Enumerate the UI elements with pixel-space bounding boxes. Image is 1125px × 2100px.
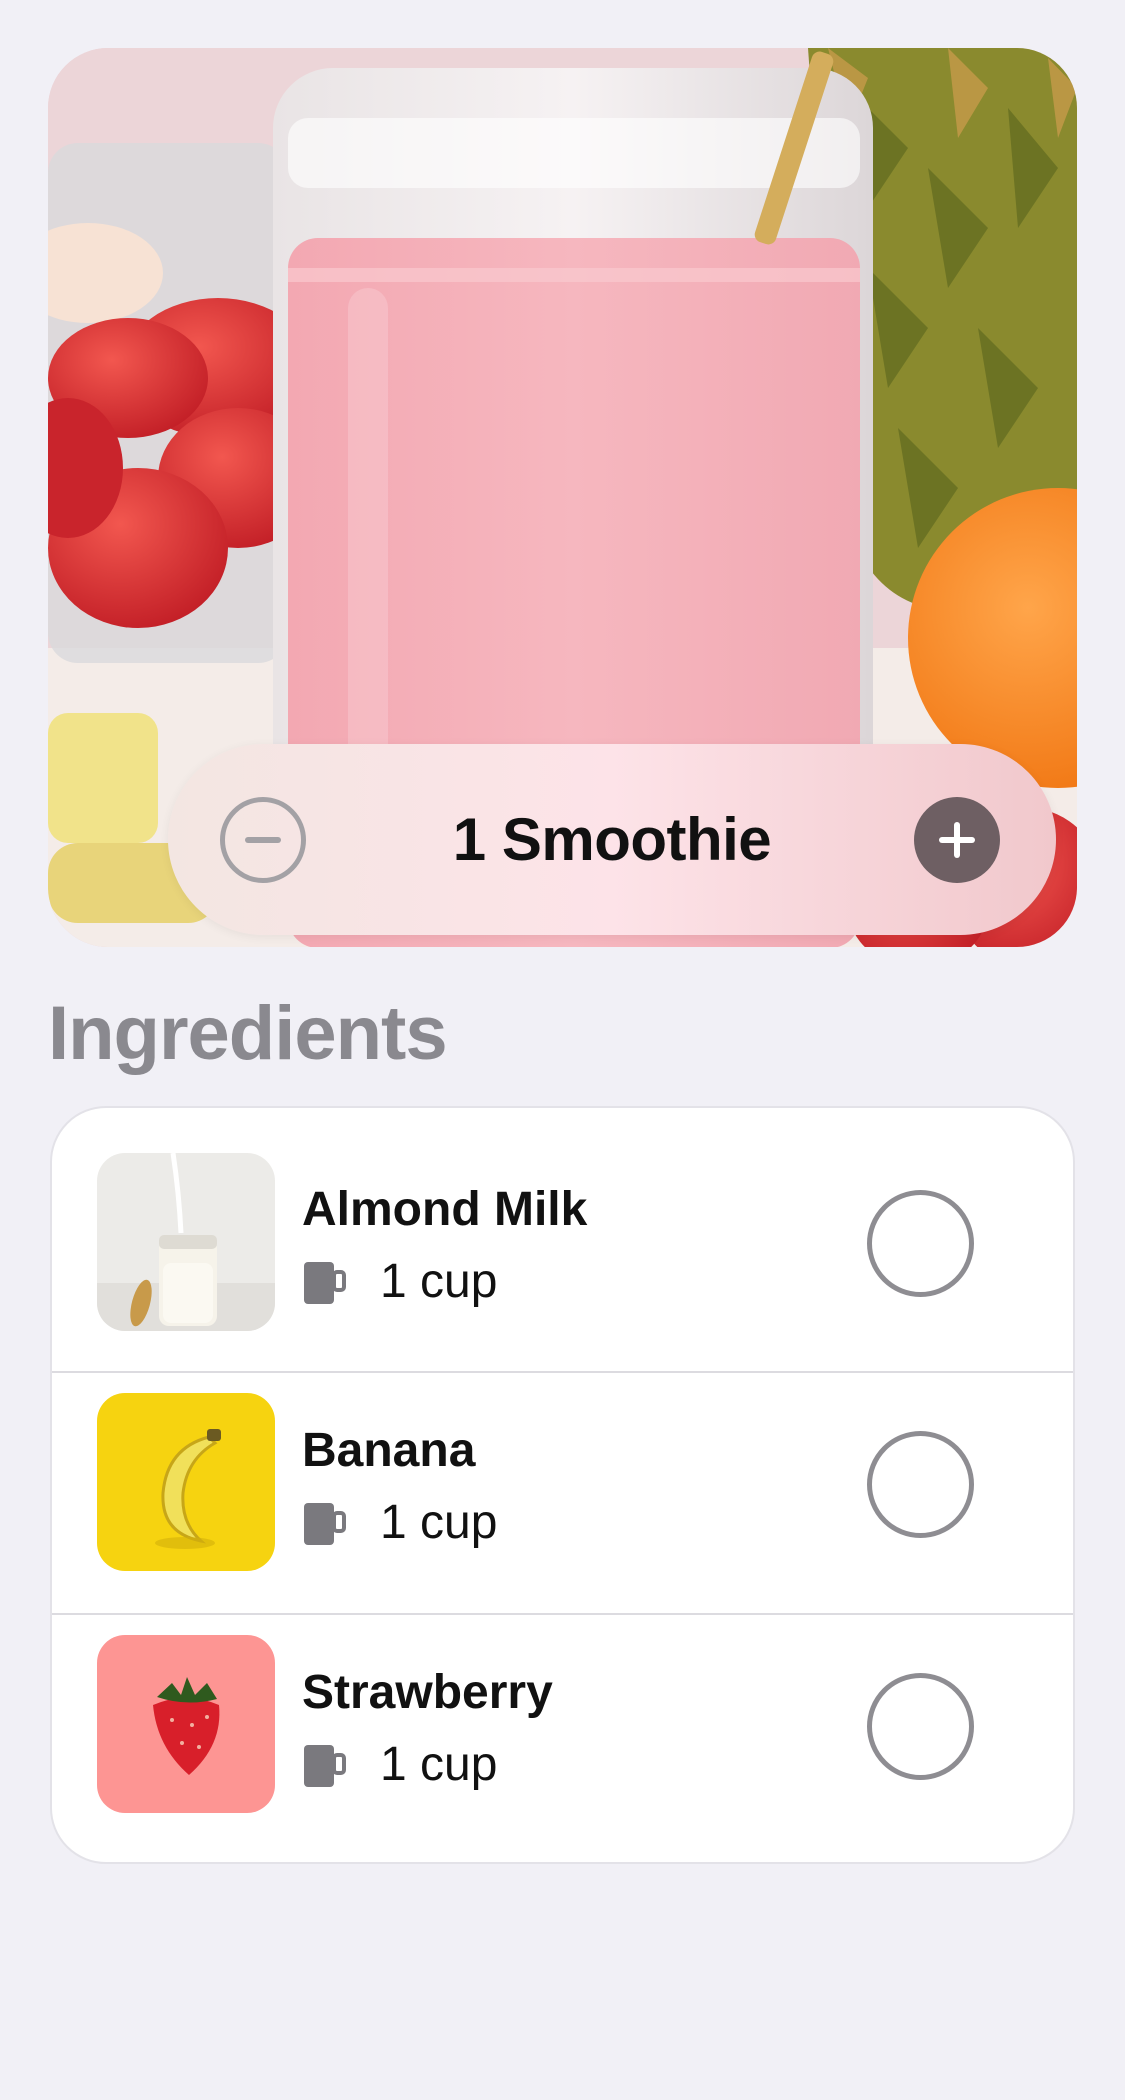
ingredient-name: Banana (302, 1424, 476, 1477)
checkbox[interactable] (867, 1431, 974, 1538)
amount-text: 1 cup (380, 1496, 498, 1549)
hero-image: 1 Smoothie (48, 48, 1077, 947)
ingredient-list: Almond Milk 1 cup Banana 1 cup Strawberr… (50, 1106, 1075, 1864)
banana-thumbnail (97, 1393, 275, 1571)
cup-icon (304, 1261, 346, 1304)
ingredient-name: Strawberry (302, 1666, 553, 1719)
almond-milk-thumbnail (97, 1153, 275, 1331)
list-item[interactable]: Banana 1 cup (52, 1373, 1073, 1615)
amount-text: 1 cup (380, 1255, 498, 1308)
ingredient-amount: 1 cup (302, 1737, 497, 1792)
list-item[interactable]: Almond Milk 1 cup (52, 1108, 1073, 1373)
ingredient-name: Almond Milk (302, 1183, 588, 1236)
plus-circle-icon[interactable] (914, 797, 1000, 883)
list-item[interactable]: Strawberry 1 cup (52, 1615, 1073, 1857)
amount-text: 1 cup (380, 1738, 498, 1791)
cup-icon (304, 1744, 346, 1787)
checkbox[interactable] (867, 1673, 974, 1780)
cup-icon (304, 1502, 346, 1545)
section-title: Ingredients (48, 991, 448, 1076)
ingredient-amount: 1 cup (302, 1254, 497, 1309)
serving-stepper: 1 Smoothie (168, 744, 1056, 935)
strawberry-thumbnail (97, 1635, 275, 1813)
ingredient-amount: 1 cup (302, 1495, 497, 1550)
checkbox[interactable] (867, 1190, 974, 1297)
